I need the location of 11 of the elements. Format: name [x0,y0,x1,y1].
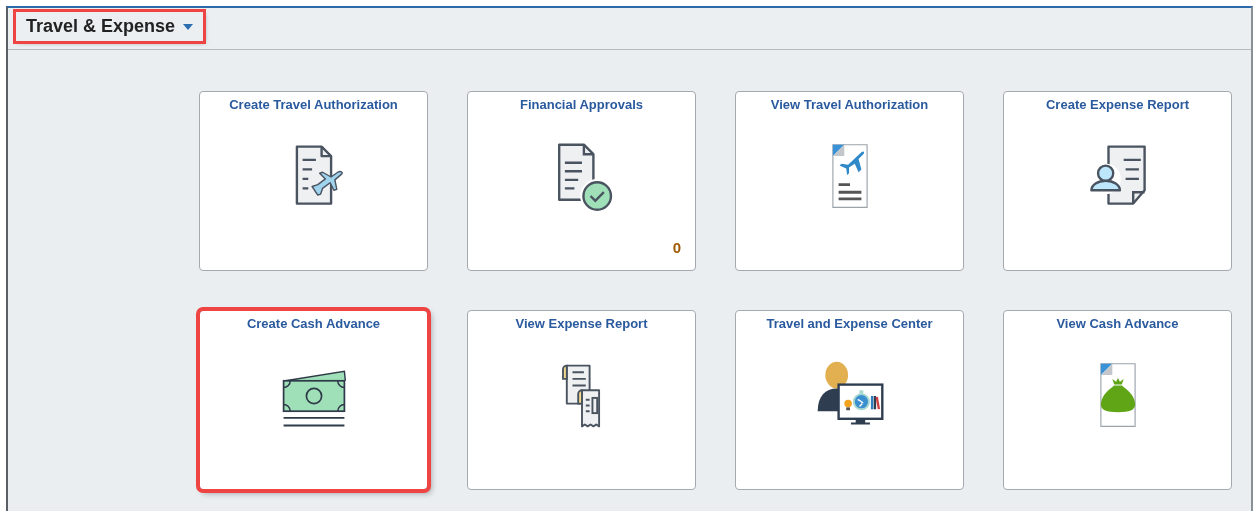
tile[interactable]: View Expense Report [467,310,696,490]
caret-icon [183,23,194,30]
tile[interactable]: View Cash Advance [1003,310,1232,490]
tile[interactable]: Create Cash Advance [199,310,428,490]
tile[interactable]: Create Expense Report [1003,91,1232,271]
page-title-menu[interactable]: Travel & Expense [16,12,204,41]
tile[interactable]: View Travel Authorization [735,91,964,271]
tile[interactable]: Create Travel Authorization [199,91,428,271]
pending-count: 0 [672,239,681,256]
tile[interactable]: Travel and Expense Center [735,310,964,490]
tile[interactable]: Financial Approvals 0 [467,91,696,271]
